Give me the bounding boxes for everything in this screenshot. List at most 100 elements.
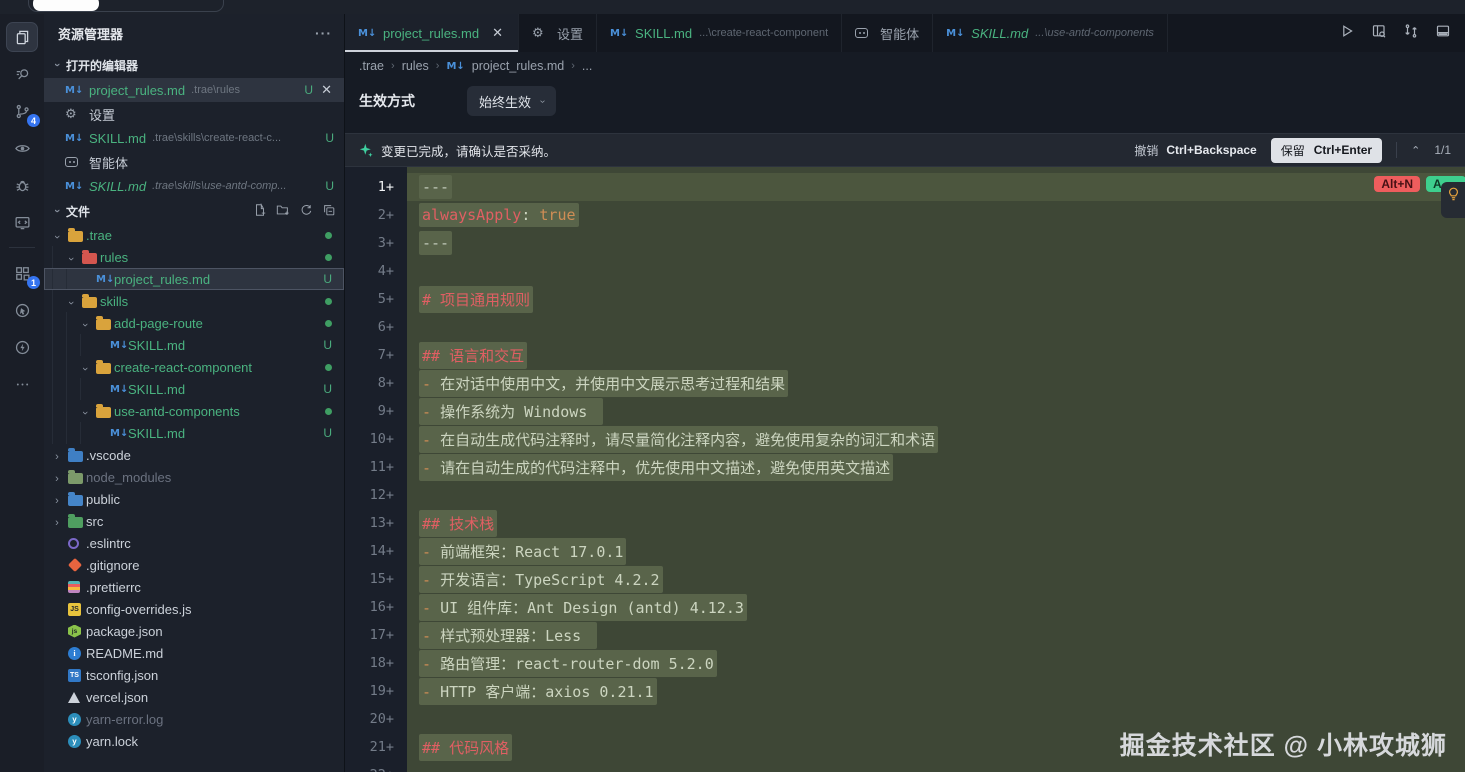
extensions-icon[interactable]: 1 [6, 258, 40, 289]
tree-item-yarn.lock[interactable]: y yarn.lock [44, 730, 344, 752]
open-editor-item[interactable]: 智能体 [44, 150, 344, 174]
apply-mode-dropdown[interactable]: 始终生效 › [467, 86, 557, 116]
explorer-sidebar: 资源管理器 ··· › 打开的编辑器 M↓ project_rules.md .tr… [44, 14, 345, 772]
chevron-down-icon: › [65, 256, 77, 261]
explorer-icon[interactable] [6, 22, 38, 52]
tree-item-.gitignore[interactable]: .gitignore [44, 554, 344, 576]
tree-item-package.json[interactable]: js package.json [44, 620, 344, 642]
close-icon[interactable]: ✕ [490, 25, 505, 41]
watch-icon[interactable] [6, 133, 38, 163]
close-icon[interactable]: ✕ [319, 82, 334, 98]
tree-item-add-page-route[interactable]: › add-page-route [44, 312, 344, 334]
folder-rules-icon [82, 249, 97, 264]
source-control-icon[interactable]: 4 [6, 96, 40, 127]
tree-item-yarn-error.log[interactable]: y yarn-error.log [44, 708, 344, 730]
tree-item-.trae[interactable]: › .trae [44, 224, 344, 246]
code-line-16: 16+ - UI 组件库：Ant Design (antd) 4.12.3 [345, 593, 1465, 621]
open-editor-item[interactable]: M↓ SKILL.md .trae\skills\use-antd-comp... U [44, 174, 344, 198]
open-editor-item[interactable]: ⚙ 设置 [44, 102, 344, 126]
search-icon[interactable] [6, 59, 38, 89]
trae-ide-window: 4 1 资源管理器 ··· › 打开的编辑器 M↓ project_rules.… [0, 0, 1465, 772]
line-content: ## 语言和交互 [407, 341, 1465, 369]
breadcrumb-item[interactable]: project_rules.md [472, 59, 564, 73]
diff-added-highlight: alwaysApply: true [419, 203, 579, 227]
code-token: - [422, 374, 441, 393]
activity-bar-divider [9, 247, 35, 248]
more-actions-icon[interactable] [6, 369, 38, 399]
tree-item-SKILL.md[interactable]: M↓ SKILL.md U [44, 334, 344, 356]
breadcrumb-item[interactable]: ... [582, 59, 592, 73]
tab-SKILL.md[interactable]: M↓ SKILL.md ...\create-react-component [597, 14, 843, 52]
tab-SKILL.md[interactable]: M↓ SKILL.md ...\use-antd-components [933, 14, 1168, 52]
collapse-all-icon[interactable] [322, 203, 336, 220]
open-editors-header[interactable]: › 打开的编辑器 [44, 52, 344, 78]
line-content: - 前端框架：React 17.0.1 [407, 537, 1465, 565]
editor-code-area[interactable]: 1+ --- 2+ alwaysApply: true 3+ --- 4+ 5+ # 项目通用规… [345, 167, 1465, 772]
indent-guide [52, 378, 66, 400]
tree-item-SKILL.md[interactable]: M↓ SKILL.md U [44, 422, 344, 444]
tree-item-create-react-component[interactable]: › create-react-component [44, 356, 344, 378]
tree-item-skills[interactable]: › skills [44, 290, 344, 312]
open-editor-item[interactable]: M↓ SKILL.md .trae\skills\create-react-c...… [44, 126, 344, 150]
alt-n-hint-badge[interactable]: Alt+N [1374, 176, 1420, 192]
tree-item-tsconfig.json[interactable]: TS tsconfig.json [44, 664, 344, 686]
tree-item-src[interactable]: › src [44, 510, 344, 532]
tab-智能体[interactable]: 智能体 [842, 14, 934, 52]
tab-设置[interactable]: ⚙ 设置 [519, 14, 598, 52]
tree-item-.prettierrc[interactable]: .prettierrc [44, 576, 344, 598]
tree-item-use-antd-components[interactable]: › use-antd-components [44, 400, 344, 422]
tree-item-vercel.json[interactable]: vercel.json [44, 686, 344, 708]
open-editor-item[interactable]: M↓ project_rules.md .trae\rules U ✕ [44, 78, 344, 102]
tree-item-SKILL.md[interactable]: M↓ SKILL.md U [44, 378, 344, 400]
git-icon [67, 557, 83, 573]
line-content: # 项目通用规则 [407, 285, 1465, 313]
folder-yellow-icon [96, 359, 111, 374]
refresh-icon[interactable] [299, 203, 313, 220]
lightning-icon[interactable] [6, 332, 38, 362]
tree-item-node_modules[interactable]: › node_modules [44, 466, 344, 488]
line-content: ## 技术栈 [407, 509, 1465, 537]
line-content [407, 761, 1465, 772]
code-line-5: 5+ # 项目通用规则 [345, 285, 1465, 313]
tree-item-config-overrides.js[interactable]: JS config-overrides.js [44, 598, 344, 620]
tree-item-public[interactable]: › public [44, 488, 344, 510]
new-folder-icon[interactable] [276, 203, 290, 220]
interaction-icon[interactable] [6, 295, 38, 325]
window-tab[interactable] [33, 0, 99, 11]
undo-button[interactable]: 撤销 Ctrl+Backspace [1134, 142, 1256, 159]
tab-project_rules.md[interactable]: M↓ project_rules.md ✕ [345, 14, 520, 52]
breadcrumb-item[interactable]: rules [402, 59, 429, 73]
breadcrumb-item[interactable]: .trae [359, 59, 384, 73]
remote-window-icon[interactable] [6, 207, 38, 237]
git-status-badge: U [323, 338, 332, 352]
tree-item-README.md[interactable]: i README.md [44, 642, 344, 664]
open-editors-list: M↓ project_rules.md .trae\rules U ✕ ⚙ 设置 M↓ SKIL… [44, 78, 344, 198]
lightbulb-icon[interactable] [1441, 182, 1465, 218]
folder-node-icon [68, 469, 83, 484]
files-section-header[interactable]: › 文件 [44, 198, 344, 224]
debug-icon[interactable] [6, 170, 38, 200]
code-token: 在自动生成代码注释时，请尽量简化注释内容，避免使用复杂的词汇和术语 [440, 430, 936, 449]
sidebar-more-icon[interactable]: ··· [315, 25, 332, 41]
files-section-title: 文件 [66, 204, 91, 219]
new-file-icon[interactable] [253, 202, 267, 220]
line-content: - 路由管理：react-router-dom 5.2.0 [407, 649, 1465, 677]
run-icon[interactable] [1339, 23, 1355, 44]
indent-guide [52, 422, 66, 444]
tree-item-.vscode[interactable]: › .vscode [44, 444, 344, 466]
diff-added-highlight: - 开发语言：TypeScript 4.2.2 [419, 565, 663, 593]
preview-icon[interactable] [1371, 23, 1387, 44]
toggle-panel-icon[interactable] [1435, 23, 1451, 44]
tree-item-name: README.md [86, 645, 164, 661]
tree-item-.eslintrc[interactable]: .eslintrc [44, 532, 344, 554]
tree-item-project_rules.md[interactable]: M↓ project_rules.md U [44, 268, 344, 290]
tree-item-name: yarn.lock [86, 733, 139, 749]
tree-item-rules[interactable]: › rules [44, 246, 344, 268]
folder-yellow-icon [82, 293, 97, 308]
keep-button[interactable]: 保留 Ctrl+Enter [1270, 137, 1383, 163]
apply-mode-label: 生效方式 [359, 93, 415, 109]
previous-change-icon[interactable]: ⌃ [1411, 144, 1420, 157]
tree-item-name: SKILL.md [128, 425, 186, 441]
code-token: HTTP 客户端：axios 0.21.1 [440, 682, 654, 701]
compare-changes-icon[interactable] [1403, 23, 1419, 44]
